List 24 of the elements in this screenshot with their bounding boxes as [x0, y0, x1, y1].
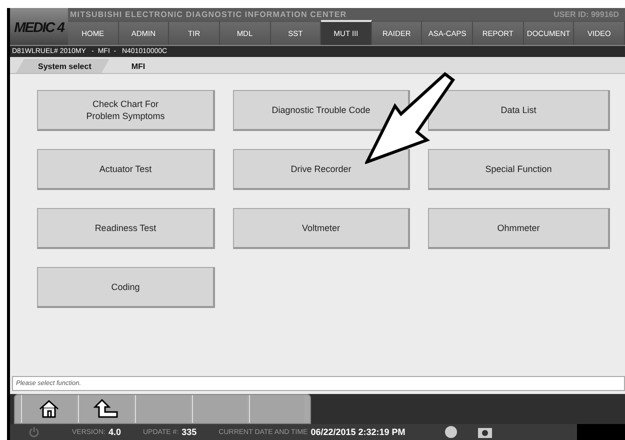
- tab[interactable]: MFI: [109, 59, 164, 73]
- home-icon: [38, 399, 60, 419]
- system-tray: [577, 424, 625, 440]
- home-button[interactable]: [21, 395, 76, 423]
- function-button[interactable]: Check Chart For Problem Symptoms: [37, 90, 215, 131]
- app-title: MITSUBISHI ELECTRONIC DIAGNOSTIC INFORMATION CENTER: [70, 10, 347, 18]
- function-button[interactable]: Actuator Test: [37, 149, 215, 190]
- tab[interactable]: System select: [16, 59, 110, 73]
- function-button[interactable]: Drive Recorder: [233, 149, 410, 190]
- function-button[interactable]: Coding: [37, 267, 215, 308]
- datetime-value: 06/22/2015 2:32:19 PM: [310, 427, 406, 437]
- back-button[interactable]: [78, 395, 133, 423]
- function-button[interactable]: Ohmmeter: [428, 208, 610, 249]
- logo: MEDIC 4: [10, 8, 68, 45]
- up-arrow-icon: [93, 399, 119, 419]
- function-button[interactable]: Readiness Test: [37, 208, 215, 249]
- function-button[interactable]: Special Function: [428, 149, 610, 190]
- version-value: 4.0: [108, 427, 121, 437]
- update-value: 335: [182, 427, 197, 437]
- function-button[interactable]: Data List: [428, 90, 610, 131]
- camera-icon[interactable]: [477, 426, 494, 438]
- function-button[interactable]: Voltmeter: [233, 208, 410, 249]
- user-id: USER ID: 99916D: [554, 10, 619, 18]
- function-button[interactable]: Diagnostic Trouble Code: [233, 90, 410, 131]
